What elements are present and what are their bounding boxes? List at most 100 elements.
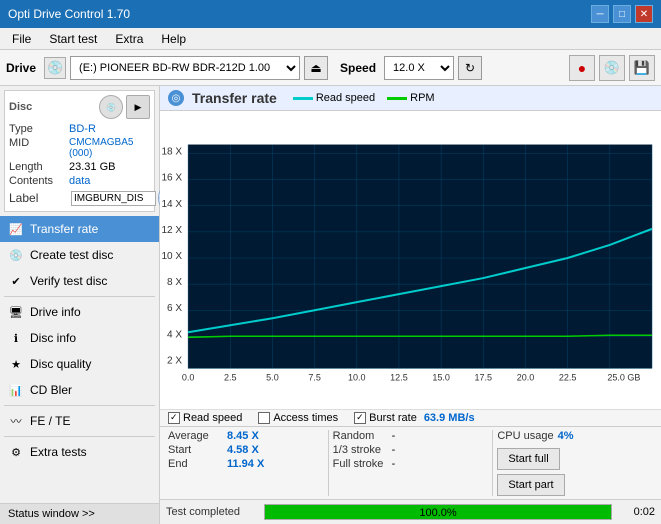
start-full-button[interactable]: Start full	[497, 448, 559, 470]
disc-arrow[interactable]: ▶	[126, 95, 150, 119]
menu-extra[interactable]: Extra	[107, 30, 151, 48]
stats-start-row: Start 4.58 X	[168, 444, 324, 456]
nav-item-disc-info[interactable]: ℹ Disc info	[0, 325, 159, 351]
svg-text:5.0: 5.0	[266, 372, 279, 382]
disc-length-value: 23.31 GB	[69, 161, 115, 173]
stats-fullstroke-value: -	[392, 458, 437, 470]
access-times-checkbox-item[interactable]: Access times	[258, 412, 338, 424]
titlebar: Opti Drive Control 1.70 ─ □ ✕	[0, 0, 661, 28]
maximize-button[interactable]: □	[613, 5, 631, 23]
nav-label-verify-test-disc: Verify test disc	[30, 274, 107, 288]
disc-type-value: BD-R	[69, 123, 96, 135]
nav-item-transfer-rate[interactable]: 📈 Transfer rate	[0, 216, 159, 242]
save-button[interactable]: 💾	[629, 55, 655, 81]
stats-average-label: Average	[168, 430, 223, 442]
legend-rpm: RPM	[387, 92, 434, 104]
nav-label-transfer-rate: Transfer rate	[30, 222, 98, 236]
nav-list: 📈 Transfer rate 💿 Create test disc ✔ Ver…	[0, 216, 159, 503]
menu-file[interactable]: File	[4, 30, 39, 48]
burst-rate-checkbox-label: Burst rate	[369, 412, 417, 424]
access-times-checkbox[interactable]	[258, 412, 270, 424]
disc-info-icon: ℹ	[8, 330, 24, 346]
nav-item-cd-bler[interactable]: 📊 CD Bler	[0, 377, 159, 403]
svg-text:22.5: 22.5	[559, 372, 577, 382]
nav-sep1	[4, 296, 155, 297]
disc-mid-value: CMCMAGBA5 (000)	[69, 137, 150, 159]
progress-area: Test completed 100.0% 0:02	[160, 499, 661, 524]
svg-text:2.5: 2.5	[224, 372, 237, 382]
window-controls: ─ □ ✕	[591, 5, 653, 23]
transfer-rate-icon: 📈	[8, 221, 24, 237]
svg-text:4 X: 4 X	[167, 329, 182, 340]
stats-col-2: Random - 1/3 stroke - Full stroke -	[333, 430, 489, 496]
create-test-icon: 💿	[8, 247, 24, 263]
svg-text:6 X: 6 X	[167, 303, 182, 314]
stats-divider-1	[328, 430, 329, 496]
read-speed-checkbox-label: Read speed	[183, 412, 242, 424]
close-button[interactable]: ✕	[635, 5, 653, 23]
start-part-button[interactable]: Start part	[497, 474, 564, 496]
progress-time: 0:02	[620, 506, 655, 518]
burst-rate-checkbox[interactable]	[354, 412, 366, 424]
drive-info-icon: 🖥	[8, 304, 24, 320]
nav-label-drive-info: Drive info	[30, 305, 81, 319]
menu-help[interactable]: Help	[153, 30, 194, 48]
disc-button1[interactable]: ●	[569, 55, 595, 81]
access-times-checkbox-label: Access times	[273, 412, 338, 424]
disc-icon: 💿	[99, 95, 123, 119]
legend-read-speed: Read speed	[293, 92, 375, 104]
menu-start-test[interactable]: Start test	[41, 30, 105, 48]
chart-legend: Read speed RPM	[293, 92, 435, 104]
refresh-button[interactable]: ↻	[458, 56, 482, 80]
legend-read-speed-label: Read speed	[316, 92, 375, 104]
disc-type-row: Type BD-R	[9, 123, 150, 135]
read-speed-checkbox-item[interactable]: Read speed	[168, 412, 242, 424]
main-content: Disc 💿 ▶ Type BD-R MID CMCMAGBA5 (000) L…	[0, 86, 661, 524]
nav-item-disc-quality[interactable]: ★ Disc quality	[0, 351, 159, 377]
speed-select[interactable]: 12.0 X	[384, 56, 454, 80]
stats-end-label: End	[168, 458, 223, 470]
disc-quality-icon: ★	[8, 356, 24, 372]
svg-text:12.5: 12.5	[390, 372, 408, 382]
svg-text:8 X: 8 X	[167, 277, 182, 288]
app-title: Opti Drive Control 1.70	[8, 7, 130, 21]
disc-button2[interactable]: 💿	[599, 55, 625, 81]
disc-panel: Disc 💿 ▶ Type BD-R MID CMCMAGBA5 (000) L…	[4, 90, 155, 212]
stats-average-value: 8.45 X	[227, 430, 272, 442]
read-speed-checkbox[interactable]	[168, 412, 180, 424]
nav-sep3	[4, 436, 155, 437]
disc-label-input[interactable]	[71, 191, 156, 206]
eject-button[interactable]: ⏏	[304, 56, 328, 80]
disc-section-label: Disc	[9, 101, 32, 113]
disc-length-row: Length 23.31 GB	[9, 161, 150, 173]
nav-item-extra-tests[interactable]: ⚙ Extra tests	[0, 439, 159, 465]
nav-item-verify-test-disc[interactable]: ✔ Verify test disc	[0, 268, 159, 294]
drive-label: Drive	[6, 61, 36, 75]
drive-select[interactable]: (E:) PIONEER BD-RW BDR-212D 1.00	[70, 56, 300, 80]
svg-text:16 X: 16 X	[161, 173, 182, 184]
burst-rate-checkbox-item[interactable]: Burst rate 63.9 MB/s	[354, 412, 474, 424]
svg-text:25.0 GB: 25.0 GB	[607, 372, 640, 382]
stats-fullstroke-label: Full stroke	[333, 458, 388, 470]
checkbox-row: Read speed Access times Burst rate 63.9 …	[160, 409, 661, 426]
verify-test-icon: ✔	[8, 273, 24, 289]
stats-stroke13-value: -	[392, 444, 437, 456]
status-window-button[interactable]: Status window >>	[0, 503, 159, 524]
chart-title-icon: ◎	[168, 90, 184, 106]
disc-contents-row: Contents data	[9, 175, 150, 187]
nav-sep2	[4, 405, 155, 406]
disc-label-row: Label ↺	[9, 189, 150, 207]
nav-item-drive-info[interactable]: 🖥 Drive info	[0, 299, 159, 325]
chart-container: 18 X 16 X 14 X 12 X 10 X 8 X 6 X 4 X 2 X	[160, 111, 661, 409]
toolbar: Drive 💿 (E:) PIONEER BD-RW BDR-212D 1.00…	[0, 50, 661, 86]
nav-item-fe-te[interactable]: 〰 FE / TE	[0, 408, 159, 434]
disc-type-label: Type	[9, 123, 69, 135]
stats-stroke13-row: 1/3 stroke -	[333, 444, 489, 456]
nav-item-create-test-disc[interactable]: 💿 Create test disc	[0, 242, 159, 268]
disc-mid-row: MID CMCMAGBA5 (000)	[9, 137, 150, 159]
sidebar: Disc 💿 ▶ Type BD-R MID CMCMAGBA5 (000) L…	[0, 86, 160, 524]
chart-header: ◎ Transfer rate Read speed RPM	[160, 86, 661, 111]
svg-text:2 X: 2 X	[167, 355, 182, 366]
stats-end-value: 11.94 X	[227, 458, 272, 470]
minimize-button[interactable]: ─	[591, 5, 609, 23]
